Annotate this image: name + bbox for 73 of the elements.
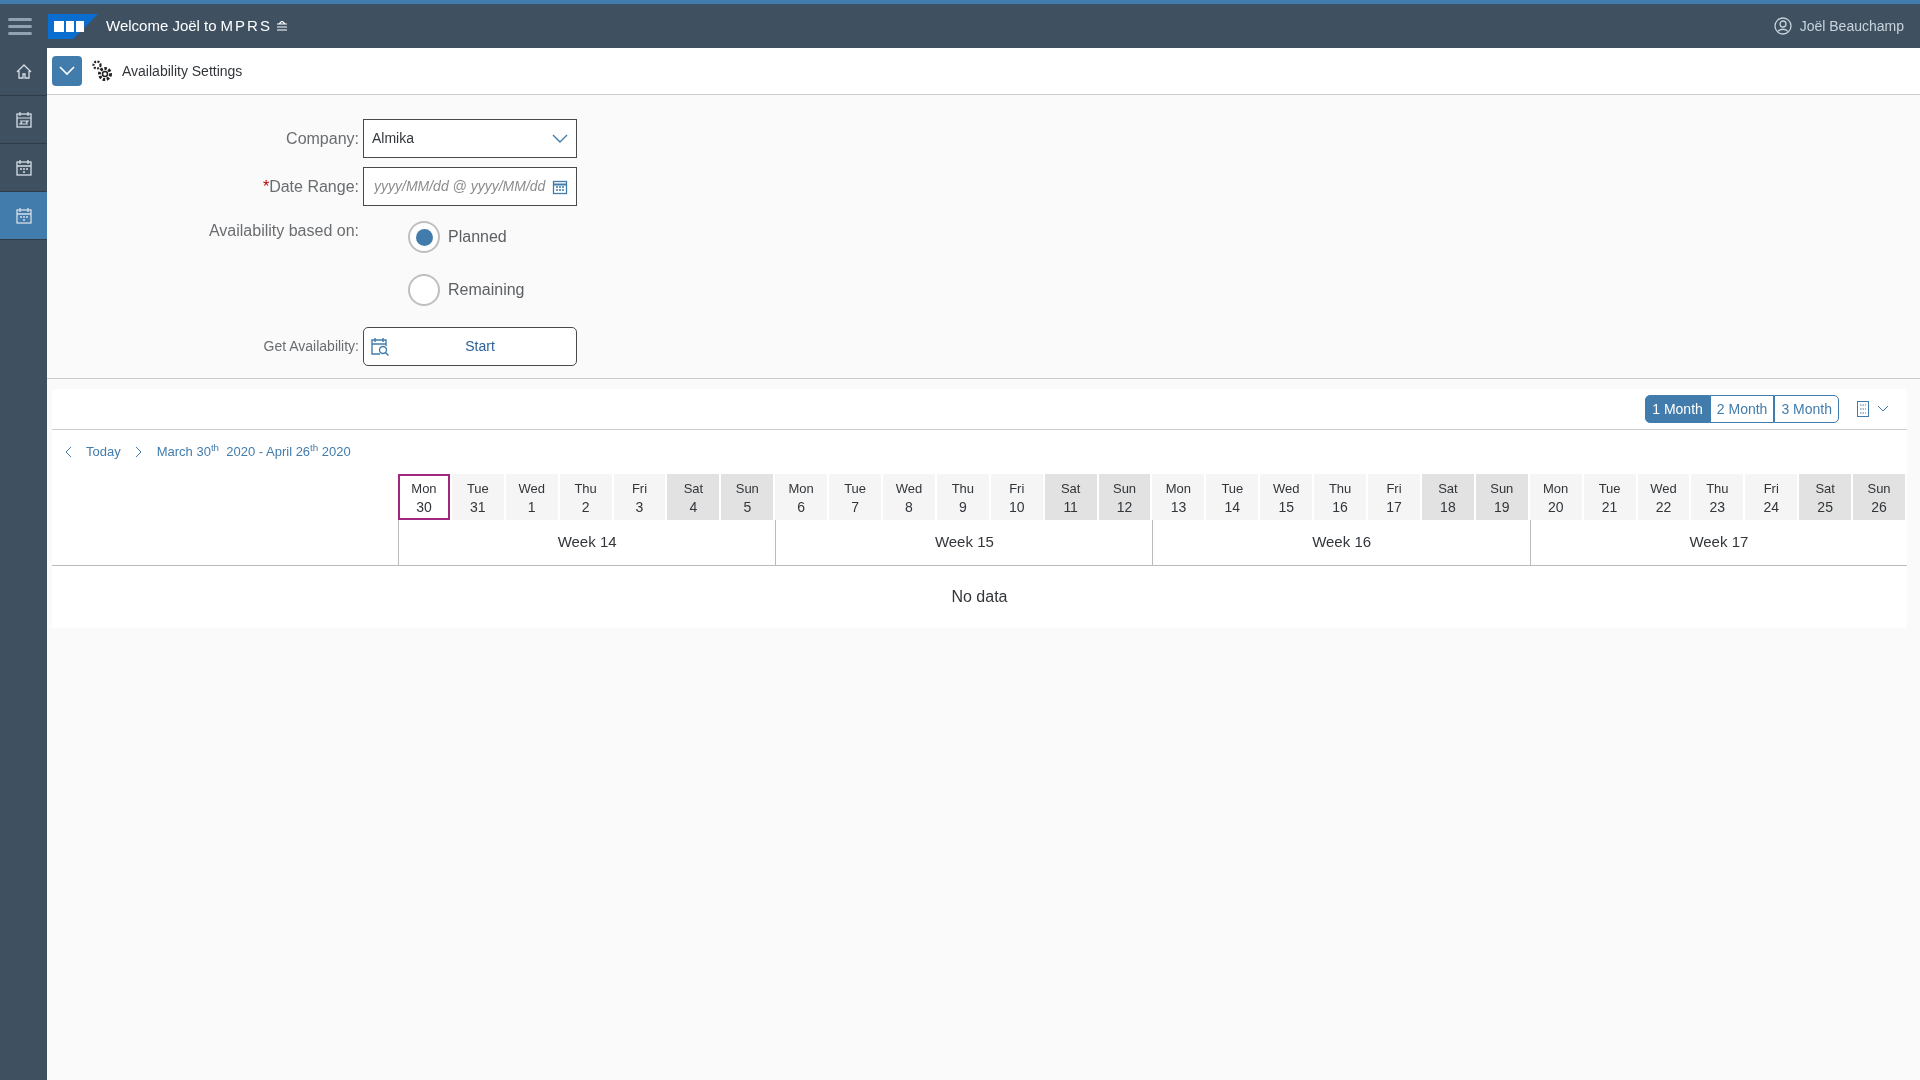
radio-label[interactable]: Planned (448, 225, 507, 249)
gears-icon (90, 59, 114, 83)
day-header: Tue 31 (451, 474, 504, 520)
today-link[interactable]: Today (86, 442, 121, 462)
view-toggle[interactable]: 1 Month (1645, 395, 1710, 423)
chevron-right-icon[interactable] (134, 446, 143, 458)
day-header: Tue 7 (829, 474, 882, 520)
day-header: Thu 9 (936, 474, 989, 520)
date-range-picker[interactable]: yyyy/MM/dd @ yyyy/MM/dd (363, 167, 577, 206)
day-header: Sun 5 (721, 474, 774, 520)
home-icon (14, 62, 33, 81)
start-button[interactable]: Start (363, 327, 577, 366)
company-dropdown[interactable]: Almika (363, 119, 577, 158)
wave-icon (275, 21, 288, 31)
week-label: Week 16 (1312, 532, 1372, 553)
chevron-down-icon (59, 66, 75, 76)
day-header: Sun 19 (1475, 474, 1528, 520)
menu-icon[interactable] (8, 17, 32, 35)
list-icon[interactable] (1857, 401, 1869, 417)
day-header: Sat 11 (1044, 474, 1097, 520)
field-label: Company: (285, 128, 359, 149)
radio-button[interactable] (408, 274, 440, 306)
week-label: Week 15 (934, 532, 994, 553)
day-header: Wed 1 (505, 474, 558, 520)
day-header: Wed 22 (1637, 474, 1690, 520)
sidebar-item[interactable] (0, 192, 47, 240)
chevron-left-icon[interactable] (64, 446, 72, 458)
day-header: Thu 23 (1691, 474, 1744, 520)
date-range-field[interactable]: yyyy/MM/dd @ yyyy/MM/dd (372, 175, 552, 198)
day-header: Sat 4 (667, 474, 720, 520)
day-header: Thu 2 (559, 474, 612, 520)
day-header: Mon 13 (1152, 474, 1205, 520)
chevron-down-icon (552, 133, 568, 144)
calendar-icon (14, 110, 33, 129)
day-header: Fri 10 (990, 474, 1043, 520)
day-header: Fri 24 (1745, 474, 1798, 520)
day-header: Mon 6 (775, 474, 828, 520)
day-header: Fri 17 (1368, 474, 1420, 520)
week-label: Week 17 (1689, 532, 1749, 553)
day-header: Wed 8 (883, 474, 935, 520)
date-range-link[interactable]: March 30$^{th}$ 2020 - April 26$^{th}$ 2020 (156, 442, 351, 462)
radio-button[interactable] (408, 221, 440, 253)
welcome-title: Welcome Joël to (106, 15, 217, 36)
user-name[interactable]: Joël Beauchamp (1799, 15, 1904, 37)
logo-icon (48, 13, 98, 39)
day-header: Sun 26 (1853, 474, 1905, 520)
calendar-icon[interactable] (552, 178, 568, 195)
collapse-button[interactable] (52, 56, 82, 86)
day-header: Sat 18 (1421, 474, 1474, 520)
page-title: Availability Settings (122, 61, 243, 81)
day-header: Wed 15 (1260, 474, 1313, 520)
empty-message: No data (951, 587, 1008, 607)
day-header: Tue 21 (1583, 474, 1636, 520)
calendar-icon (14, 158, 33, 177)
field-label: Availability based on: (207, 221, 359, 241)
view-toggle[interactable]: 3 Month (1774, 395, 1839, 423)
day-header: Mon 30 (398, 474, 450, 520)
field-label: Get Availability: (262, 337, 359, 356)
view-toggle[interactable]: 2 Month (1709, 395, 1775, 423)
user-icon[interactable] (1773, 17, 1792, 35)
calendar-search-icon (370, 336, 390, 357)
day-header: Fri 3 (613, 474, 666, 520)
field-label: *Date Range: (261, 176, 359, 197)
day-header: Sun 12 (1098, 474, 1151, 520)
caret-icon[interactable] (1877, 405, 1889, 413)
calendar-icon (14, 206, 33, 225)
day-header: Thu 16 (1314, 474, 1367, 520)
week-label: Week 14 (557, 532, 617, 553)
day-header: Tue 14 (1206, 474, 1259, 520)
day-header: Sat 25 (1799, 474, 1852, 520)
brand-name: MPRS (220, 15, 272, 36)
radio-label[interactable]: Remaining (448, 278, 525, 302)
day-header: Mon 20 (1529, 474, 1582, 520)
